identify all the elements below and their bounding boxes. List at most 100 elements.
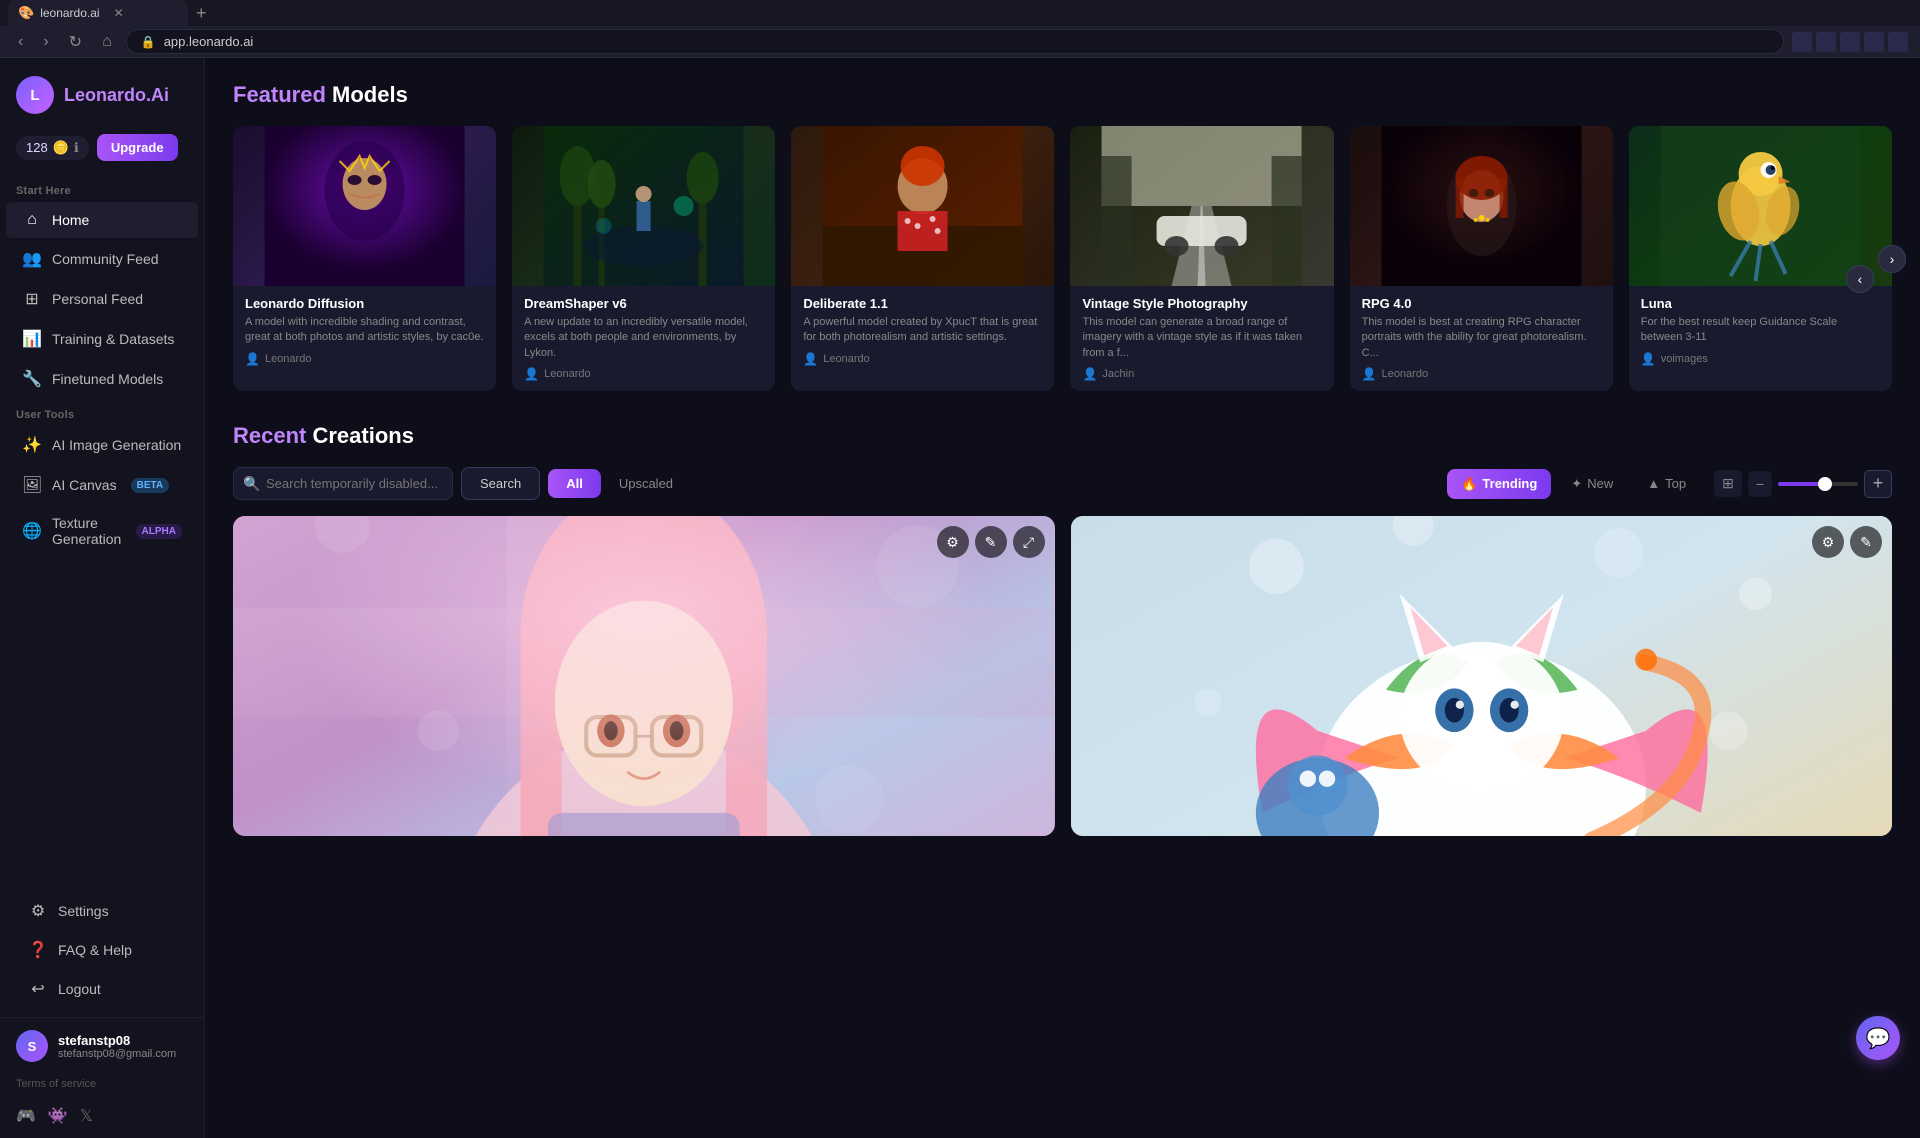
social-row: 🎮 👾 𝕏 <box>0 1098 204 1138</box>
sidebar-label-canvas: AI Canvas <box>52 477 117 493</box>
search-input[interactable] <box>233 467 453 500</box>
model-card-vintage[interactable]: Vintage Style Photography This model can… <box>1070 126 1333 391</box>
filter-all-tab[interactable]: All <box>548 469 601 498</box>
model-card-leonardo-diffusion[interactable]: Leonardo Diffusion A model with incredib… <box>233 126 496 391</box>
featured-title-normal: Models <box>332 82 408 107</box>
sidebar-item-logout[interactable]: ↩ Logout <box>12 970 192 1008</box>
recent-title-normal: Creations <box>312 423 413 448</box>
model-author-del: 👤 Leonardo <box>803 352 1042 366</box>
start-here-label: Start Here <box>0 175 204 201</box>
sidebar: L Leonardo.Ai 128 🪙 ℹ Upgrade Start Here… <box>0 58 205 1138</box>
twitter-icon[interactable]: 𝕏 <box>80 1106 93 1126</box>
add-column-btn[interactable]: + <box>1864 470 1892 498</box>
texture-icon: 🌐 <box>22 521 42 541</box>
models-grid: Leonardo Diffusion A model with incredib… <box>233 126 1892 391</box>
model-desc-luna: For the best result keep Guidance Scale … <box>1641 315 1880 346</box>
anime-card-action-2[interactable]: ✎ <box>975 526 1007 558</box>
credits-badge: 128 🪙 ℹ <box>16 136 89 160</box>
sidebar-item-texture[interactable]: 🌐 Texture Generation ALPHA <box>6 506 198 556</box>
model-author-luna: 👤 voimages <box>1641 352 1880 366</box>
sidebar-item-ai-image[interactable]: ✨ AI Image Generation <box>6 426 198 464</box>
user-email: stefanstp08@gmail.com <box>58 1048 188 1060</box>
logo-text: Leonardo.Ai <box>64 85 169 106</box>
tab-label: leonardo.ai <box>40 6 99 20</box>
reddit-icon[interactable]: 👾 <box>48 1106 68 1126</box>
address-bar[interactable]: 🔒 app.leonardo.ai <box>126 29 1784 54</box>
recent-title-highlight: Recent <box>233 423 306 448</box>
new-tab-button[interactable]: + <box>188 3 215 24</box>
sidebar-label-home: Home <box>52 212 89 228</box>
model-card-rpg[interactable]: RPG 4.0 This model is best at creating R… <box>1350 126 1613 391</box>
model-title-vint: Vintage Style Photography <box>1082 296 1321 311</box>
credits-row: 128 🪙 ℹ Upgrade <box>0 126 204 175</box>
tab-close-btn[interactable]: ✕ <box>114 6 124 20</box>
model-card-dreamshaper[interactable]: DreamShaper v6 A new update to an incred… <box>512 126 775 391</box>
home-button[interactable]: ⌂ <box>96 29 118 55</box>
image-card-anime[interactable]: ⚙ ✎ ⤢ <box>233 516 1055 836</box>
creature-card-action-1[interactable]: ⚙ <box>1812 526 1844 558</box>
user-name: stefanstp08 <box>58 1033 188 1048</box>
sort-new-btn[interactable]: ✦ New <box>1557 469 1627 499</box>
back-button[interactable]: ‹ <box>12 29 29 55</box>
sidebar-item-settings[interactable]: ⚙ Settings <box>12 892 192 930</box>
model-img-dreamshaper <box>512 126 775 286</box>
upgrade-button[interactable]: Upgrade <box>97 134 178 161</box>
sidebar-item-home[interactable]: ⌂ Home <box>6 202 198 238</box>
model-desc-rpg: This model is best at creating RPG chara… <box>1362 315 1601 361</box>
chat-button[interactable]: 💬 <box>1856 1016 1900 1060</box>
terms-link[interactable]: Terms of service <box>0 1074 204 1098</box>
model-card-body-del: Deliberate 1.1 A powerful model created … <box>791 286 1054 376</box>
sort-top-btn[interactable]: ▲ Top <box>1633 469 1700 498</box>
model-card-luna[interactable]: Luna For the best result keep Guidance S… <box>1629 126 1892 391</box>
sidebar-item-community-feed[interactable]: 👥 Community Feed <box>6 240 198 278</box>
texture-alpha-badge: ALPHA <box>136 524 182 539</box>
sidebar-item-training[interactable]: 📊 Training & Datasets <box>6 320 198 358</box>
finetuned-icon: 🔧 <box>22 369 42 389</box>
search-button[interactable]: Search <box>461 467 540 500</box>
anime-card-action-1[interactable]: ⚙ <box>937 526 969 558</box>
credits-info-icon[interactable]: ℹ <box>74 140 79 156</box>
zoom-out-btn[interactable]: − <box>1748 471 1772 497</box>
grid-view-btn[interactable]: ⊞ <box>1714 470 1742 497</box>
sidebar-item-canvas[interactable]: 🖼 AI Canvas BETA <box>6 466 198 504</box>
new-icon: ✦ <box>1571 476 1582 492</box>
sidebar-item-finetuned[interactable]: 🔧 Finetuned Models <box>6 360 198 398</box>
anime-card-action-3[interactable]: ⤢ <box>1013 526 1045 558</box>
search-wrap: 🔍 <box>233 467 453 500</box>
personal-icon: ⊞ <box>22 289 42 309</box>
search-icon: 🔍 <box>243 475 260 492</box>
scroll-left-btn[interactable]: ‹ <box>1846 265 1874 293</box>
model-card-body-vint: Vintage Style Photography This model can… <box>1070 286 1333 391</box>
user-tools-label: User Tools <box>0 399 204 425</box>
sidebar-label-finetuned: Finetuned Models <box>52 371 163 387</box>
sidebar-item-personal-feed[interactable]: ⊞ Personal Feed <box>6 280 198 318</box>
extension-icons <box>1792 32 1908 52</box>
sidebar-label-ai-image: AI Image Generation <box>52 437 181 453</box>
model-desc-ld: A model with incredible shading and cont… <box>245 315 484 346</box>
zoom-slider[interactable] <box>1778 482 1858 486</box>
browser-tab[interactable]: 🎨 leonardo.ai ✕ <box>8 0 188 26</box>
image-card-creature[interactable]: ⚙ ✎ <box>1071 516 1893 836</box>
model-img-leonardo-diffusion <box>233 126 496 286</box>
sidebar-label-texture: Texture Generation <box>52 515 122 547</box>
sidebar-label-community: Community Feed <box>52 251 159 267</box>
scroll-right-btn[interactable]: › <box>1878 245 1906 273</box>
forward-button[interactable]: › <box>37 29 54 55</box>
creature-card-action-2[interactable]: ✎ <box>1850 526 1882 558</box>
model-card-deliberate[interactable]: Deliberate 1.1 A powerful model created … <box>791 126 1054 391</box>
discord-icon[interactable]: 🎮 <box>16 1106 36 1126</box>
sidebar-label-faq: FAQ & Help <box>58 942 132 958</box>
author-icon-del: 👤 <box>803 352 818 366</box>
model-card-body-ds: DreamShaper v6 A new update to an incred… <box>512 286 775 391</box>
model-desc-del: A powerful model created by XpucT that i… <box>803 315 1042 346</box>
author-icon-rpg: 👤 <box>1362 367 1377 381</box>
refresh-button[interactable]: ↻ <box>63 28 88 56</box>
model-card-body-ld: Leonardo Diffusion A model with incredib… <box>233 286 496 376</box>
model-author-ld: 👤 Leonardo <box>245 352 484 366</box>
model-title-del: Deliberate 1.1 <box>803 296 1042 311</box>
filter-upscaled-tab[interactable]: Upscaled <box>601 469 691 498</box>
sidebar-item-faq[interactable]: ❓ FAQ & Help <box>12 931 192 969</box>
faq-icon: ❓ <box>28 940 48 960</box>
sort-trending-btn[interactable]: 🔥 Trending <box>1447 469 1551 499</box>
creature-card-actions: ⚙ ✎ <box>1812 526 1882 558</box>
